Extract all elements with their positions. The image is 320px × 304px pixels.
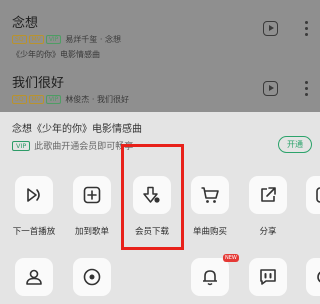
song-subtitle: 《少年的你》电影情感曲 (12, 50, 100, 59)
partial-icon (316, 187, 320, 203)
song-title: 念想 (12, 16, 39, 31)
more-icon[interactable] (305, 81, 309, 97)
song-meta: SQ MV VIP 易烊千玺 · 念想 (12, 33, 121, 45)
song-artist: 林俊杰 · 我们很好 (65, 94, 129, 104)
open-vip-button[interactable]: 开通 (278, 136, 312, 153)
action-label: 单曲购买 (192, 227, 227, 237)
sq-tag: SQ (12, 34, 27, 44)
song-item[interactable]: 念想 SQ MV VIP 易烊千玺 · 念想 《少年的你》电影情感曲 (0, 12, 320, 64)
play-next-icon (27, 188, 40, 202)
bell-icon (203, 270, 217, 286)
vip-tag: VIP (45, 34, 62, 44)
vip-promo-text: 此歌曲开通会员即可畅享 (34, 142, 134, 152)
disc-icon (83, 268, 101, 286)
new-badge: NEW (223, 254, 239, 262)
highlight-box (121, 144, 184, 250)
user-icon (26, 269, 42, 285)
mv-tag: MV (28, 94, 44, 104)
vip-tag: VIP (45, 94, 62, 104)
action-label: 下一首播放 (12, 227, 56, 237)
song-list: 念想 SQ MV VIP 易烊千玺 · 念想 《少年的你》电影情感曲 我们很好 … (0, 0, 320, 112)
action-label: 分享 (259, 227, 277, 237)
cart-icon (201, 187, 219, 203)
song-title: 我们很好 (12, 76, 65, 91)
play-video-icon[interactable] (263, 81, 278, 96)
quote-icon (260, 269, 276, 285)
add-to-playlist-icon (83, 186, 101, 204)
song-meta: SQ MV VIP 林俊杰 · 我们很好 (12, 93, 129, 105)
more-icon[interactable] (305, 21, 309, 37)
share-icon (261, 187, 276, 202)
sq-tag: SQ (12, 94, 27, 104)
play-video-icon[interactable] (263, 21, 278, 36)
action-label: 加到歌单 (74, 227, 109, 237)
mv-tag: MV (28, 34, 44, 44)
sheet-title: 念想《少年的你》电影情感曲 (12, 124, 142, 135)
vip-badge: VIP (12, 140, 31, 151)
partial-icon (317, 271, 320, 283)
song-artist: 易烊千玺 · 念想 (65, 34, 121, 44)
